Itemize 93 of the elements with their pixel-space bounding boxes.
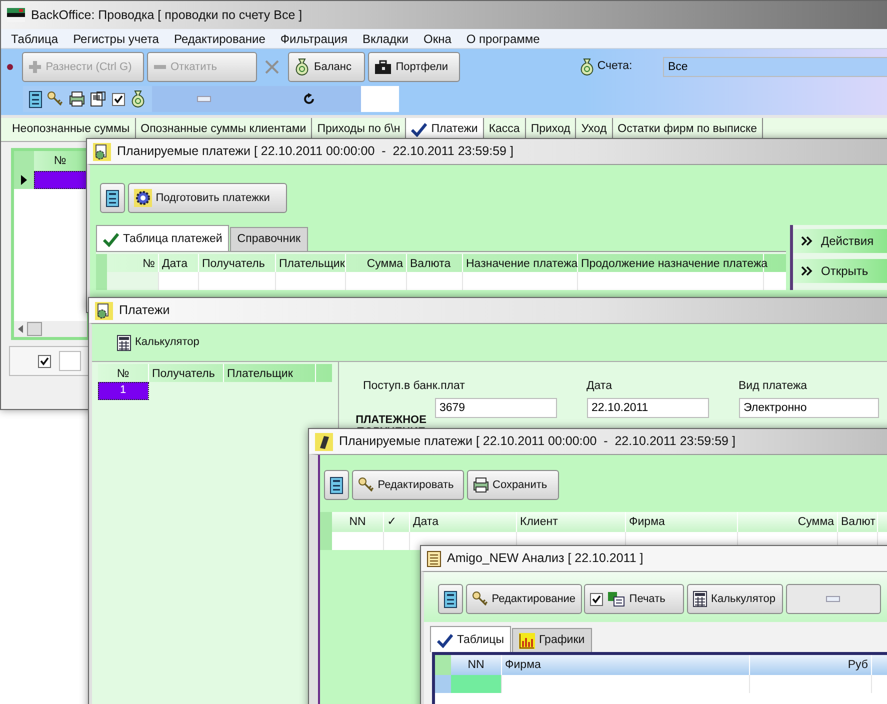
document-icon bbox=[444, 590, 457, 608]
double-chevron-icon bbox=[801, 266, 813, 276]
action-item[interactable]: Открыть bbox=[793, 259, 887, 283]
window-title: Планируемые платежи [ 22.10.2011 00:00:00 - 22.10.2011 23:59:59 ] bbox=[339, 433, 736, 450]
scroll-thumb[interactable] bbox=[27, 322, 42, 336]
app-icon bbox=[7, 8, 25, 22]
grid-cell[interactable]: 1 bbox=[98, 382, 149, 400]
money-bag-icon[interactable] bbox=[130, 90, 146, 108]
menu-item[interactable]: Окна bbox=[424, 30, 452, 48]
menu-item[interactable]: Таблица bbox=[11, 30, 58, 48]
scroll-left-icon[interactable] bbox=[18, 325, 23, 334]
minus-icon bbox=[152, 64, 166, 70]
filter-field[interactable] bbox=[59, 351, 81, 372]
window-title: Amigo_NEW Анализ [ 22.10.2011 ] bbox=[447, 550, 644, 568]
key-icon[interactable] bbox=[47, 91, 63, 107]
dash-icon bbox=[826, 596, 840, 602]
double-chevron-icon bbox=[801, 236, 813, 246]
toolbar-button[interactable]: Калькулятор bbox=[112, 328, 204, 358]
plus-icon bbox=[28, 60, 42, 74]
menu-item[interactable]: Фильтрация bbox=[280, 30, 348, 48]
calculator-icon bbox=[693, 591, 708, 607]
checkbox[interactable] bbox=[38, 354, 51, 368]
grid-cell bbox=[107, 272, 159, 290]
accounts-field[interactable]: Все bbox=[663, 57, 887, 77]
key-icon bbox=[472, 591, 488, 607]
close-icon bbox=[264, 59, 280, 75]
key-icon bbox=[358, 477, 374, 493]
refresh-icon[interactable] bbox=[303, 93, 316, 105]
toolbar-button[interactable]: Печать bbox=[584, 584, 684, 614]
calculator-icon bbox=[117, 334, 131, 350]
checkbox[interactable] bbox=[112, 92, 124, 106]
toolbar-button[interactable]: Сохранить bbox=[466, 470, 558, 500]
tab[interactable]: Справочник bbox=[230, 227, 308, 252]
menu-item[interactable]: Редактирование bbox=[174, 30, 266, 48]
toolbar-button[interactable]: Редактировать bbox=[352, 470, 464, 500]
row-header-corner bbox=[320, 512, 332, 532]
row-pointer-icon bbox=[20, 174, 28, 186]
spreadsheet-icon bbox=[607, 591, 626, 607]
window-icon bbox=[315, 432, 333, 450]
window-title: BackOffice: Проводка [ проводки по счету Все ] bbox=[31, 6, 302, 24]
toolbar-button[interactable]: Баланс bbox=[288, 52, 365, 82]
text-field[interactable]: Электронно bbox=[738, 398, 878, 418]
window-title: Платежи bbox=[119, 302, 170, 320]
row-marker bbox=[320, 532, 332, 550]
scrollbar[interactable] bbox=[14, 321, 87, 338]
field-label: Дата bbox=[586, 379, 613, 394]
toolbar-button[interactable]: Редактирование bbox=[466, 584, 582, 614]
row-marker bbox=[435, 675, 451, 694]
row-marker bbox=[96, 272, 107, 290]
accounts-label: Счета: bbox=[597, 59, 632, 74]
toolbar-button[interactable]: Портфели bbox=[368, 52, 460, 82]
bar-chart-icon bbox=[518, 632, 535, 649]
field-label: Вид платежа bbox=[738, 379, 808, 394]
row-header-corner bbox=[96, 254, 107, 272]
window-icon bbox=[95, 302, 113, 320]
toolbar-button[interactable] bbox=[438, 584, 463, 614]
tab[interactable]: Таблица платежей bbox=[96, 225, 230, 252]
printer-icon bbox=[472, 477, 488, 493]
printer-icon[interactable] bbox=[68, 91, 84, 107]
checkbox[interactable] bbox=[590, 592, 604, 606]
check-icon bbox=[411, 122, 428, 137]
row-header-corner bbox=[435, 655, 451, 676]
menu-item[interactable]: Вкладки bbox=[362, 30, 408, 48]
money-bag-icon bbox=[294, 58, 310, 76]
check-icon bbox=[103, 232, 119, 247]
toolbar-button[interactable]: Подготовить платежки bbox=[128, 183, 287, 213]
ledger-icon bbox=[427, 550, 441, 566]
field-label: Поступ.в банк.плат bbox=[363, 379, 466, 394]
menu-item[interactable]: О программе bbox=[466, 30, 540, 48]
window-icon bbox=[93, 142, 111, 160]
action-item[interactable]: Действия bbox=[793, 229, 887, 253]
stamped-document-icon[interactable] bbox=[90, 91, 106, 107]
window-title: Планируемые платежи [ 22.10.2011 00:00:00 - 22.10.2011 23:59:59 ] bbox=[117, 143, 514, 160]
toolbar-button[interactable] bbox=[100, 183, 125, 213]
toolbar-button[interactable] bbox=[324, 470, 349, 500]
gear-icon bbox=[134, 189, 152, 207]
blank-panel bbox=[361, 86, 399, 112]
dash-icon bbox=[197, 96, 212, 102]
toolbar-button[interactable]: Калькулятор bbox=[687, 584, 784, 614]
document-icon bbox=[106, 190, 119, 206]
grid-cell[interactable] bbox=[451, 675, 502, 694]
document-icon[interactable] bbox=[28, 90, 42, 108]
money-bag-icon bbox=[578, 58, 595, 76]
grid-cell[interactable] bbox=[34, 171, 87, 190]
text-field[interactable]: 22.10.2011 bbox=[586, 398, 708, 418]
tab[interactable]: Графики bbox=[512, 628, 592, 652]
status-dot-icon bbox=[7, 64, 13, 70]
document-icon bbox=[330, 476, 343, 494]
check-icon bbox=[437, 634, 453, 648]
text-field[interactable]: 3679 bbox=[434, 398, 556, 418]
briefcase-icon bbox=[374, 59, 392, 75]
tab[interactable]: Таблицы bbox=[430, 626, 511, 652]
menu-item[interactable]: Регистры учета bbox=[73, 30, 159, 48]
